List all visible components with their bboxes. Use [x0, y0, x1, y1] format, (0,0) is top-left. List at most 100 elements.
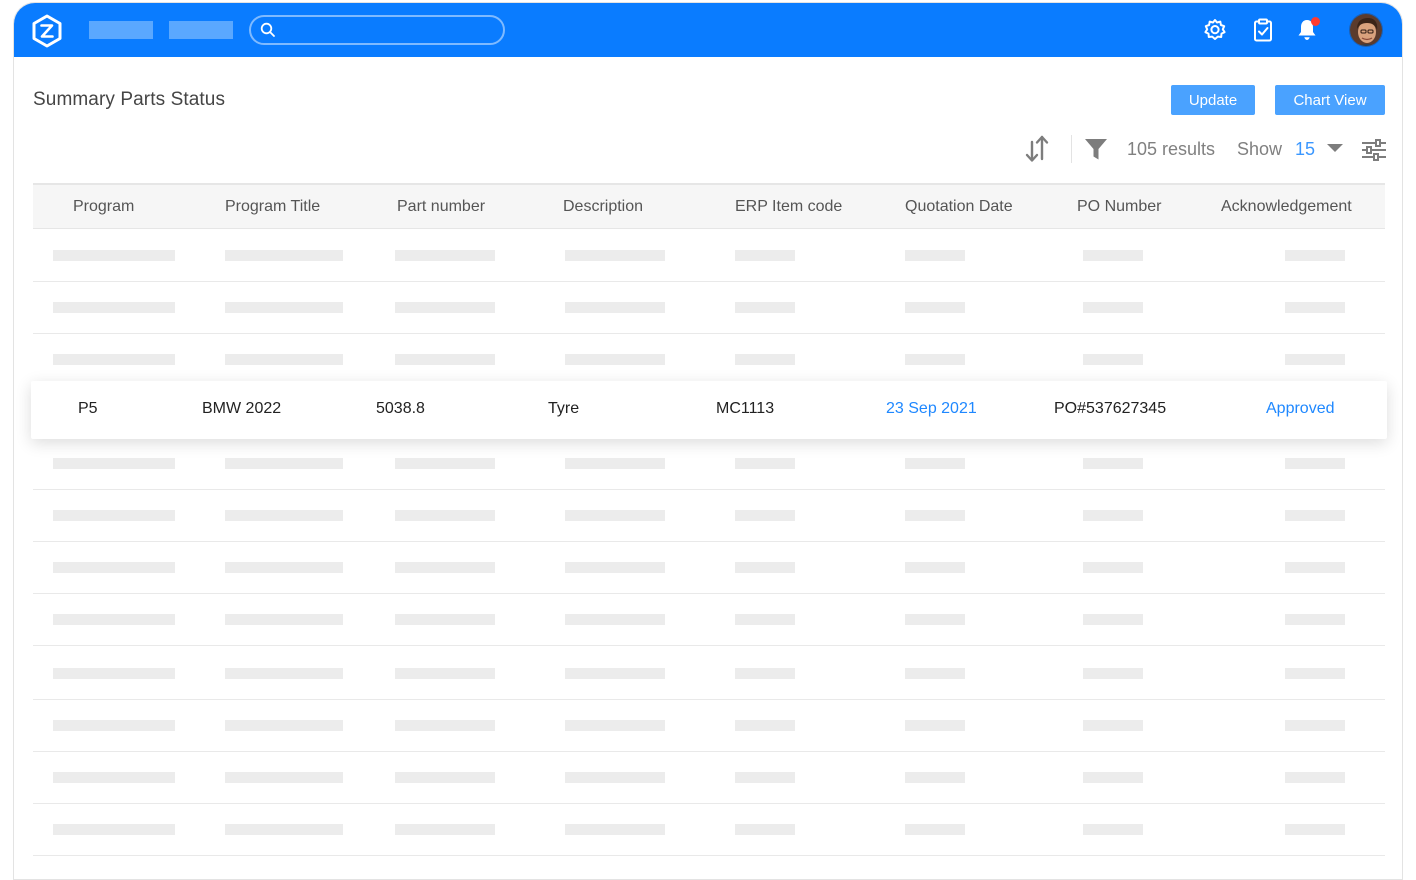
- skeleton-cell: [565, 720, 665, 731]
- skeleton-cell: [565, 824, 665, 835]
- results-count: 105 results: [1127, 139, 1216, 159]
- cell-po-number: PO#537627345: [1054, 400, 1167, 417]
- column-header-acknowledgement[interactable]: Acknowledgement: [1221, 198, 1352, 216]
- skeleton-cell: [53, 614, 175, 625]
- skeleton-cell: [735, 614, 795, 625]
- app-logo-icon[interactable]: [30, 14, 64, 48]
- skeleton-cell: [735, 302, 795, 313]
- highlighted-table-row[interactable]: P5 BMW 2022 5038.8 Tyre MC1113 23 Sep 20…: [31, 381, 1387, 439]
- user-avatar[interactable]: [1349, 13, 1383, 47]
- skeleton-cell: [225, 824, 343, 835]
- cell-description: Tyre: [548, 400, 580, 417]
- skeleton-cell: [395, 824, 495, 835]
- skeleton-cell: [565, 458, 665, 469]
- skeleton-cell: [395, 614, 495, 625]
- cell-program: P5: [78, 400, 98, 417]
- filter-icon[interactable]: [1083, 136, 1109, 162]
- skeleton-cell: [1083, 772, 1143, 783]
- skeleton-cell: [53, 510, 175, 521]
- skeleton-cell: [735, 458, 795, 469]
- skeleton-cell: [1285, 510, 1345, 521]
- skeleton-cell: [905, 824, 965, 835]
- skeleton-cell: [1083, 458, 1143, 469]
- skeleton-cell: [1285, 824, 1345, 835]
- skeleton-cell: [1083, 250, 1143, 261]
- skeleton-cell: [53, 250, 175, 261]
- skeleton-cell: [735, 250, 795, 261]
- column-header-description[interactable]: Description: [563, 198, 643, 216]
- skeleton-cell: [53, 458, 175, 469]
- column-header-program[interactable]: Program: [73, 198, 134, 216]
- column-header-program-title[interactable]: Program Title: [225, 198, 320, 216]
- skeleton-cell: [735, 824, 795, 835]
- column-header-po-number[interactable]: PO Number: [1077, 198, 1161, 216]
- skeleton-cell: [225, 250, 343, 261]
- search-icon: [260, 22, 275, 37]
- skeleton-cell: [1285, 302, 1345, 313]
- skeleton-cell: [225, 458, 343, 469]
- chevron-down-icon[interactable]: [1326, 142, 1344, 154]
- skeleton-cell: [1285, 614, 1345, 625]
- skeleton-cell: [565, 354, 665, 365]
- skeleton-cell: [225, 614, 343, 625]
- skeleton-cell: [1083, 354, 1143, 365]
- skeleton-cell: [225, 354, 343, 365]
- skeleton-cell: [1285, 772, 1345, 783]
- skeleton-row: [33, 490, 1385, 542]
- skeleton-cell: [905, 302, 965, 313]
- skeleton-cell: [225, 302, 343, 313]
- skeleton-cell: [1083, 824, 1143, 835]
- skeleton-cell: [395, 302, 495, 313]
- page-size-value[interactable]: 15: [1295, 139, 1315, 160]
- skeleton-cell: [905, 250, 965, 261]
- skeleton-cell: [1285, 354, 1345, 365]
- skeleton-cell: [565, 250, 665, 261]
- app-window: Summary Parts Status Update Chart View 1…: [13, 2, 1403, 880]
- skeleton-cell: [905, 458, 965, 469]
- skeleton-cell: [1285, 668, 1345, 679]
- skeleton-cell: [53, 354, 175, 365]
- column-header-erp-item-code[interactable]: ERP Item code: [735, 198, 842, 216]
- settings-gear-icon[interactable]: [1202, 17, 1228, 43]
- search-box[interactable]: [249, 15, 505, 45]
- skeleton-cell: [1285, 250, 1345, 261]
- skeleton-cell: [225, 668, 343, 679]
- skeleton-cell: [565, 302, 665, 313]
- search-input[interactable]: [281, 20, 491, 40]
- skeleton-cell: [1083, 668, 1143, 679]
- skeleton-cell: [395, 458, 495, 469]
- cell-quotation-date-link[interactable]: 23 Sep 2021: [886, 400, 977, 418]
- skeleton-row: [33, 230, 1385, 282]
- cell-program-title: BMW 2022: [202, 400, 282, 417]
- skeleton-cell: [53, 668, 175, 679]
- nav-item-placeholder[interactable]: [169, 21, 233, 39]
- skeleton-row: [33, 648, 1385, 700]
- skeleton-cell: [1285, 562, 1345, 573]
- skeleton-row: [33, 594, 1385, 646]
- skeleton-cell: [53, 302, 175, 313]
- clipboard-check-icon[interactable]: [1250, 17, 1276, 43]
- chart-view-button[interactable]: Chart View: [1275, 85, 1385, 115]
- skeleton-cell: [395, 510, 495, 521]
- user-avatar-image: [1350, 14, 1382, 46]
- skeleton-cell: [735, 562, 795, 573]
- skeleton-cell: [735, 772, 795, 783]
- skeleton-cell: [395, 720, 495, 731]
- top-navigation-bar: [14, 3, 1402, 57]
- page-title: Summary Parts Status: [33, 89, 226, 110]
- table-header: Program Program Title Part number Descri…: [33, 183, 1385, 229]
- cell-acknowledgement-status-link[interactable]: Approved: [1266, 400, 1335, 418]
- skeleton-cell: [905, 720, 965, 731]
- column-settings-icon[interactable]: [1360, 137, 1388, 163]
- column-header-quotation-date[interactable]: Quotation Date: [905, 198, 1013, 216]
- skeleton-cell: [735, 668, 795, 679]
- skeleton-cell: [905, 510, 965, 521]
- skeleton-cell: [225, 720, 343, 731]
- skeleton-cell: [53, 772, 175, 783]
- skeleton-cell: [565, 562, 665, 573]
- column-header-part-number[interactable]: Part number: [397, 198, 485, 216]
- skeleton-cell: [905, 562, 965, 573]
- nav-item-placeholder[interactable]: [89, 21, 153, 39]
- sort-icon[interactable]: [1022, 133, 1052, 165]
- update-button[interactable]: Update: [1171, 85, 1255, 115]
